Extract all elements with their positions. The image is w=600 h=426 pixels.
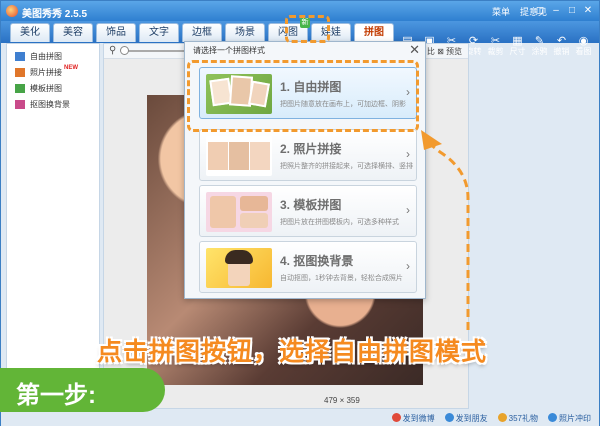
step-banner: 第一步: [0, 368, 165, 412]
instruction-caption: 点击拼图按钮，选择自由拼图模式 [97, 338, 488, 366]
step-label: 第一步: [16, 382, 96, 409]
